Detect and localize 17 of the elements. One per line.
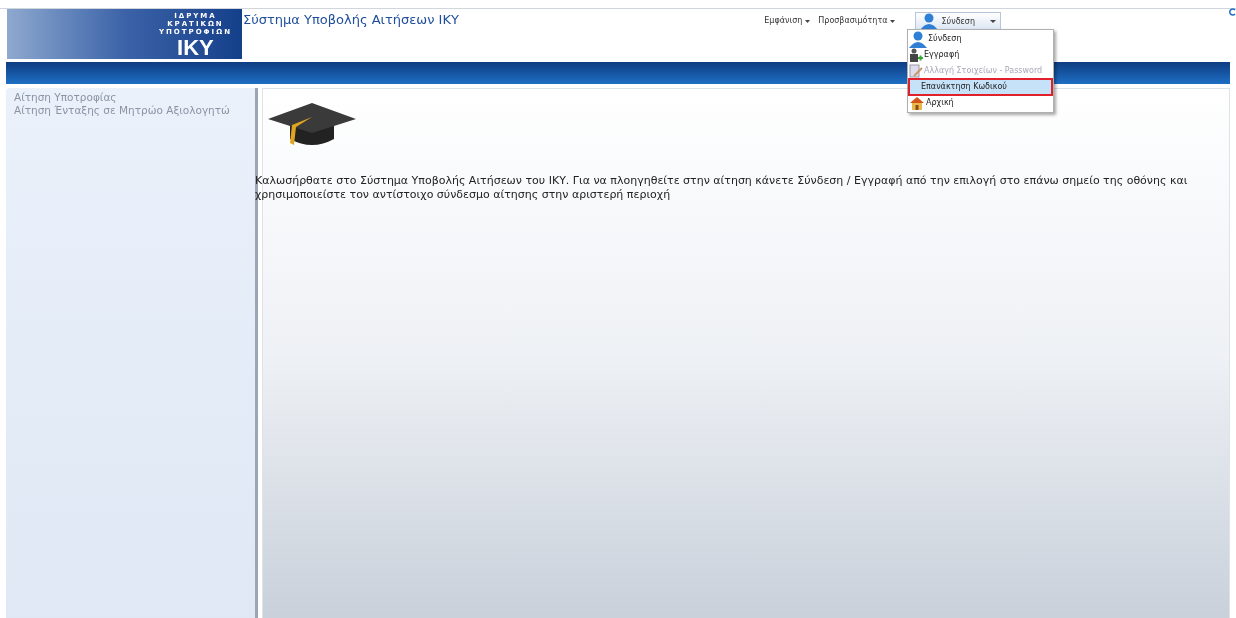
logo-mark: IKY <box>177 36 214 60</box>
partial-icon <box>1228 8 1236 16</box>
caret-icon <box>890 19 896 23</box>
site-title: Σύστημα Υποβολής Αιτήσεων ΙΚΥ <box>243 11 459 29</box>
caret-icon <box>990 20 996 23</box>
caret-icon <box>805 19 811 23</box>
dropdown-menu-item[interactable]: Σύνδεση <box>908 31 1053 47</box>
home-icon <box>909 96 925 110</box>
user-icon <box>909 30 927 48</box>
welcome-text: Καλωσήρθατε στο Σύστημα Υποβολής Αιτήσεων του ΙΚΥ. Για να πλοηγηθείτε στην αίτηση κάνετε Σύνδεση / Εγγραφή από την επιλογή στο επάνω σημείο της οθόνης και χρησιμοποιείστε τον αντίστοιχο σύνδεσμο αίτησης στην αριστερή περιοχή <box>255 174 1189 202</box>
menu-dropdown[interactable]: Προσβασιμότητα <box>818 15 896 27</box>
menu-dropdown[interactable]: Εμφάνιση <box>764 15 811 27</box>
dropdown-menu-item[interactable]: Αρχική <box>908 95 1053 111</box>
person-add-icon <box>909 48 923 62</box>
dropdown-menu-item[interactable]: Εγγραφή <box>908 47 1053 63</box>
document-edit-icon <box>909 64 923 78</box>
dropdown-menu-item[interactable]: Επανάκτηση Κωδικού <box>909 79 1052 95</box>
